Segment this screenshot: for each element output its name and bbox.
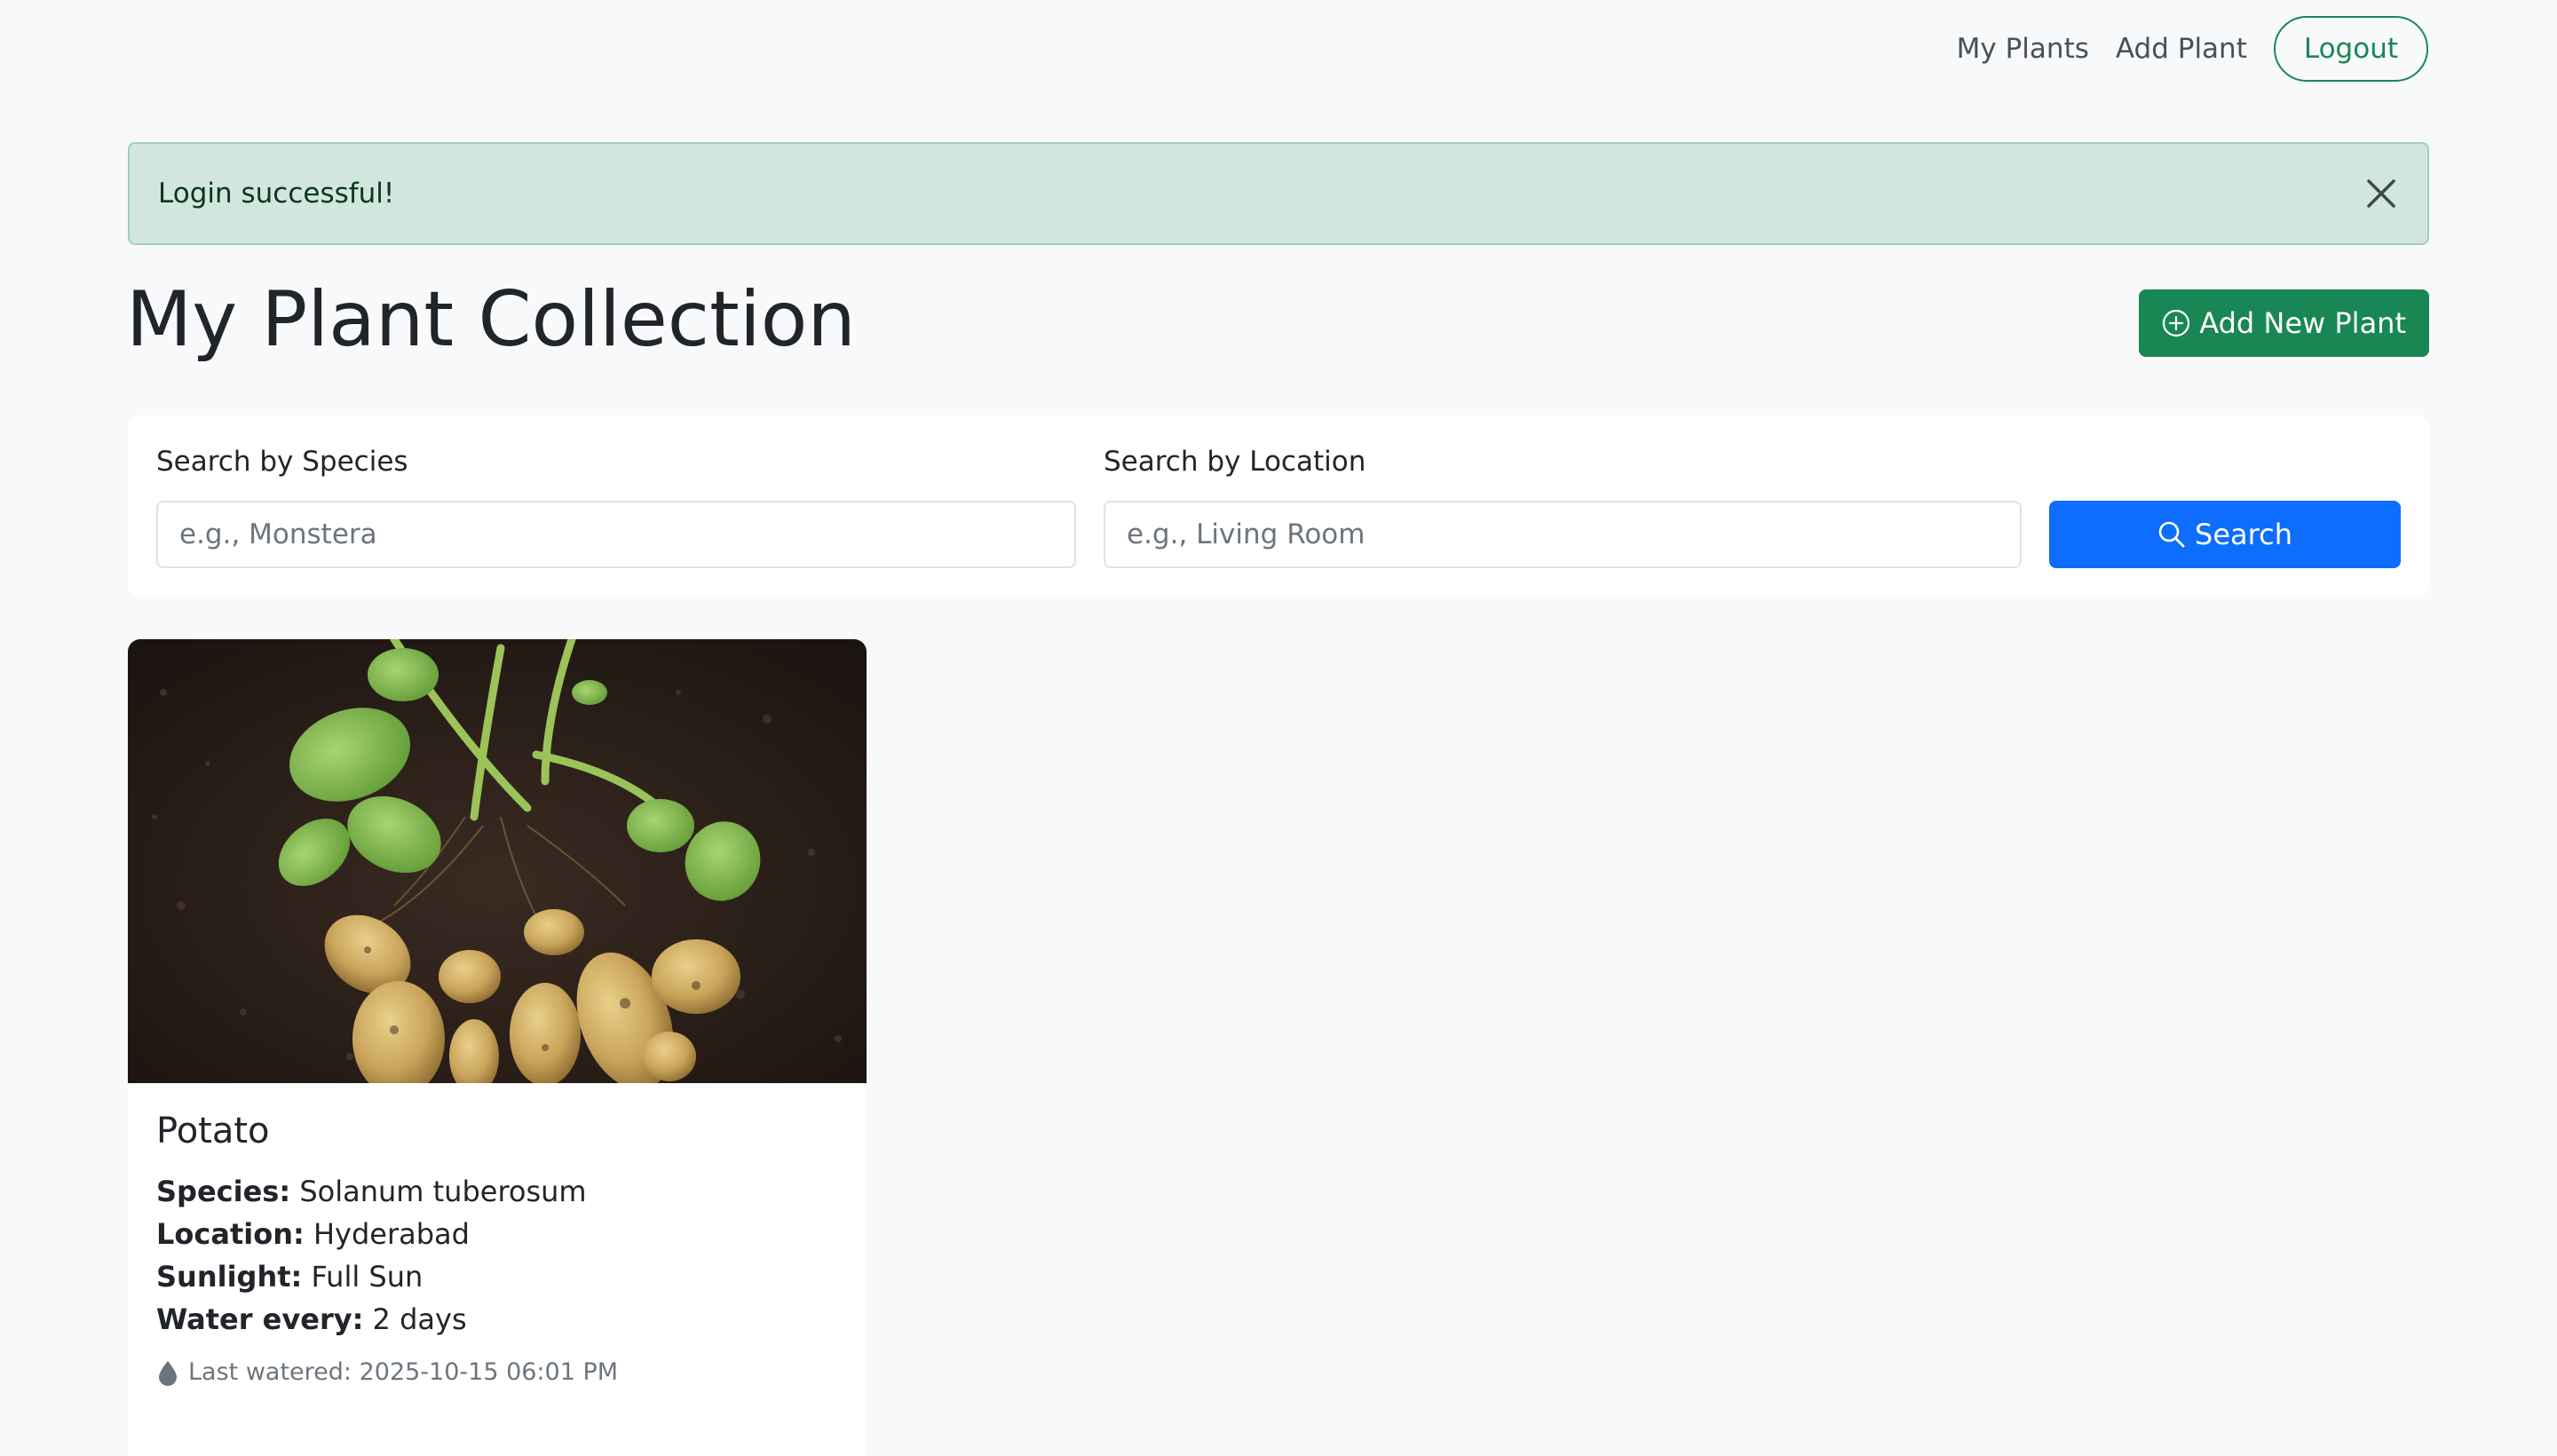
species-value: Solanum tuberosum	[299, 1175, 587, 1208]
add-new-plant-label: Add New Plant	[2199, 306, 2406, 340]
plant-photo	[128, 639, 867, 1083]
location-search-input[interactable]	[1104, 501, 2022, 568]
nav-add-plant[interactable]: Add Plant	[2116, 33, 2247, 65]
alert-message: Login successful!	[158, 178, 395, 210]
species-search-input[interactable]	[156, 501, 1076, 568]
species-key: Species:	[156, 1175, 291, 1208]
plant-card[interactable]: Potato Species: Solanum tuberosum Locati…	[128, 639, 867, 1456]
sunlight-key: Sunlight:	[156, 1260, 303, 1294]
plant-water-frequency: Water every: 2 days	[156, 1298, 838, 1341]
species-label: Search by Species	[156, 446, 408, 478]
water-value: 2 days	[372, 1302, 467, 1336]
water-key: Water every:	[156, 1302, 364, 1336]
search-button[interactable]: Search	[2049, 501, 2401, 568]
plant-sunlight: Sunlight: Full Sun	[156, 1255, 838, 1298]
last-watered-text: Last watered: 2025-10-15 06:01 PM	[188, 1358, 619, 1386]
logout-button[interactable]: Logout	[2273, 16, 2428, 82]
success-alert: Login successful!	[128, 142, 2429, 245]
plant-name: Potato	[156, 1111, 270, 1151]
plant-card-body: Potato Species: Solanum tuberosum Locati…	[128, 1083, 867, 1411]
search-button-label: Search	[2195, 518, 2292, 551]
plant-location: Location: Hyderabad	[156, 1213, 838, 1255]
add-new-plant-button[interactable]: Add New Plant	[2139, 289, 2429, 357]
page-title: My Plant Collection	[126, 275, 856, 364]
search-panel: Search by Species Search by Location Sea…	[128, 415, 2429, 597]
location-key: Location:	[156, 1217, 305, 1251]
location-label: Search by Location	[1104, 446, 1366, 478]
last-watered: Last watered: 2025-10-15 06:01 PM	[156, 1358, 838, 1386]
location-value: Hyderabad	[313, 1217, 470, 1251]
search-icon	[2158, 521, 2185, 548]
droplet-icon	[159, 1360, 177, 1386]
close-icon[interactable]	[2363, 176, 2399, 211]
plant-species: Species: Solanum tuberosum	[156, 1170, 838, 1213]
top-navbar: My Plants Add Plant Logout	[1957, 16, 2428, 82]
nav-my-plants[interactable]: My Plants	[1957, 33, 2089, 65]
plus-circle-icon	[2163, 309, 2190, 337]
sunlight-value: Full Sun	[311, 1260, 424, 1294]
